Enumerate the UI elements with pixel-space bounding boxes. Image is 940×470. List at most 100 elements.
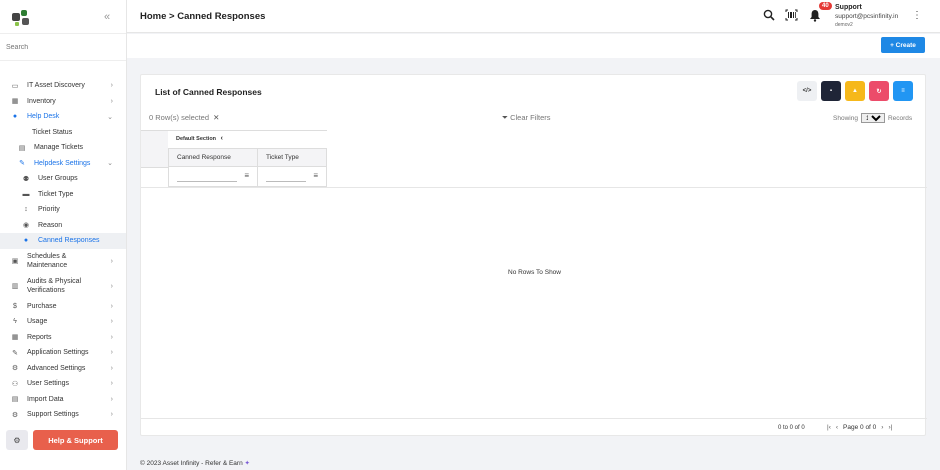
help-icon: ● [12, 113, 18, 121]
clear-filters-button[interactable]: ⏷ Clear Filters [502, 113, 551, 123]
grid-footer-divider [141, 418, 927, 419]
chevron-right-icon: › [110, 380, 113, 388]
export-pdf-button[interactable]: ▪ [821, 81, 841, 101]
page-label: Page 0 of 0 [843, 424, 877, 431]
refresh-button[interactable]: ↻ [869, 81, 889, 101]
users-icon: ⚉ [22, 175, 30, 183]
filter-canned-response[interactable]: ≡ [168, 167, 258, 187]
sidebar-item-inventory[interactable]: ▦ Inventory › [0, 94, 126, 110]
page-size-control: Showing 100 Records [833, 113, 912, 123]
gift-icon: ✦ [244, 460, 250, 467]
action-bar: + Create [127, 34, 940, 58]
logo[interactable] [12, 7, 32, 27]
grid-row-selector-column [141, 130, 168, 168]
rows-selected: 0 Row(s) selected ✕ [149, 113, 220, 122]
chevron-right-icon: › [110, 349, 113, 357]
sidebar-item-user-groups[interactable]: ⚉ User Groups [0, 171, 126, 187]
columns-button[interactable]: ≡ [893, 81, 913, 101]
empty-state-text: No Rows To Show [508, 269, 561, 276]
pagination-controls: |‹ ‹ Page 0 of 0 › ›| [827, 424, 892, 431]
usage-icon: ϟ [13, 318, 17, 326]
sidebar-item-priority[interactable]: ↕ Priority [0, 202, 126, 218]
chevron-right-icon: › [110, 257, 113, 265]
sidebar-item-audits[interactable]: ▥ Audits & Physical Verifications › [0, 274, 126, 299]
sidebar-item-helpdesk-settings[interactable]: ✎ Helpdesk Settings ⌄ [0, 156, 126, 172]
clear-selection-icon[interactable]: ✕ [213, 113, 219, 122]
help-support-button[interactable]: Help & Support [33, 430, 118, 450]
breadcrumb: Home > Canned Responses [140, 11, 266, 22]
barcode-scan-icon[interactable] [785, 9, 798, 24]
create-button[interactable]: + Create [881, 37, 925, 53]
chevron-down-icon: ⌄ [107, 113, 113, 121]
chat-icon: ● [23, 237, 29, 245]
sidebar-item-manage-tickets[interactable]: ▤ Manage Tickets [0, 140, 126, 156]
sidebar-item-advanced-settings[interactable]: ⚙ Advanced Settings › [0, 361, 126, 377]
sidebar-item-purchase[interactable]: $ Purchase › [0, 299, 126, 315]
grid-divider [141, 187, 927, 188]
ticket-type-icon: ▬ [22, 190, 30, 198]
sidebar-item-help-desk[interactable]: ● Help Desk ⌄ [0, 109, 126, 125]
user-email: support@pcsinfinity.in [835, 13, 899, 20]
logo-area: « [0, 0, 126, 33]
notification-badge: 40 [819, 2, 832, 10]
sidebar-item-reports[interactable]: ▦ Reports › [0, 330, 126, 346]
sidebar-item-import-data[interactable]: ▤ Import Data › [0, 392, 126, 408]
audit-icon: ▥ [11, 282, 19, 290]
chevron-right-icon: › [110, 411, 113, 419]
inventory-icon: ▦ [11, 98, 19, 106]
page-size-select[interactable]: 100 [860, 113, 885, 123]
warning-icon: ▲ [852, 88, 858, 94]
more-options-icon[interactable]: ⋮ [912, 10, 922, 21]
sidebar: « ▭ IT Asset Discovery › ▦ Inventory › ●… [0, 0, 127, 470]
sidebar-item-schedules-maintenance[interactable]: ▣ Schedules & Maintenance › [0, 249, 126, 274]
search-zoom-icon[interactable] [763, 9, 775, 24]
prev-page-icon[interactable]: ‹ [836, 424, 838, 431]
reports-icon: ▦ [11, 334, 19, 342]
user-org: demov2 [835, 22, 853, 28]
filter-icon: ⏷ [502, 113, 508, 122]
filter-ticket-type[interactable]: ≡ [257, 167, 327, 187]
gears-icon: ⚙ [13, 435, 21, 445]
sidebar-item-support-settings[interactable]: ⚙ Support Settings › [0, 407, 126, 423]
chevron-right-icon: › [110, 97, 113, 105]
chevron-left-icon[interactable]: ‹ [221, 135, 223, 142]
bell-icon[interactable] [809, 9, 821, 25]
embed-code-button[interactable]: </> [797, 81, 817, 101]
search-input[interactable] [6, 43, 116, 51]
sidebar-item-user-settings[interactable]: ⚇ User Settings › [0, 376, 126, 392]
chevron-right-icon: › [110, 82, 113, 90]
dollar-icon: $ [13, 302, 17, 310]
wrench-icon: ✎ [12, 349, 18, 357]
calendar-icon: ▣ [11, 257, 19, 265]
filter-icon[interactable]: ≡ [244, 171, 249, 180]
section-header: Default Section ‹ [168, 130, 327, 148]
first-page-icon[interactable]: |‹ [827, 424, 831, 431]
sidebar-item-reason[interactable]: ◉ Reason [0, 218, 126, 234]
chevron-right-icon: › [110, 318, 113, 326]
sidebar-item-canned-responses[interactable]: ● Canned Responses [0, 233, 126, 249]
column-header-ticket-type[interactable]: Ticket Type [257, 148, 327, 167]
sidebar-item-ticket-status[interactable]: Ticket Status [0, 125, 126, 141]
monitor-icon: ▭ [11, 82, 19, 90]
user-settings-icon: ⚇ [11, 380, 19, 388]
filter-icon[interactable]: ≡ [313, 171, 318, 180]
sidebar-item-usage[interactable]: ϟ Usage › [0, 314, 126, 330]
sidebar-item-application-settings[interactable]: ✎ Application Settings › [0, 345, 126, 361]
column-header-canned-response[interactable]: Canned Response [168, 148, 258, 167]
card-title: List of Canned Responses [155, 87, 262, 97]
warning-button[interactable]: ▲ [845, 81, 865, 101]
chevron-right-icon: › [110, 302, 113, 310]
sidebar-item-ticket-type[interactable]: ▬ Ticket Type [0, 187, 126, 203]
collapse-sidebar-icon[interactable]: « [104, 11, 110, 23]
pagination-info: 0 to 0 of 0 [778, 425, 805, 431]
next-page-icon[interactable]: › [881, 424, 883, 431]
sidebar-item-it-asset-discovery[interactable]: ▭ IT Asset Discovery › [0, 78, 126, 94]
settings-button[interactable]: ⚙ [6, 430, 28, 450]
chevron-right-icon: › [110, 282, 113, 290]
wrench-icon: ✎ [19, 160, 25, 168]
user-name[interactable]: Support [835, 4, 862, 11]
sidebar-nav: ▭ IT Asset Discovery › ▦ Inventory › ● H… [0, 78, 126, 423]
chevron-right-icon: › [110, 364, 113, 372]
chevron-down-icon: ⌄ [107, 160, 113, 168]
last-page-icon[interactable]: ›| [888, 424, 892, 431]
